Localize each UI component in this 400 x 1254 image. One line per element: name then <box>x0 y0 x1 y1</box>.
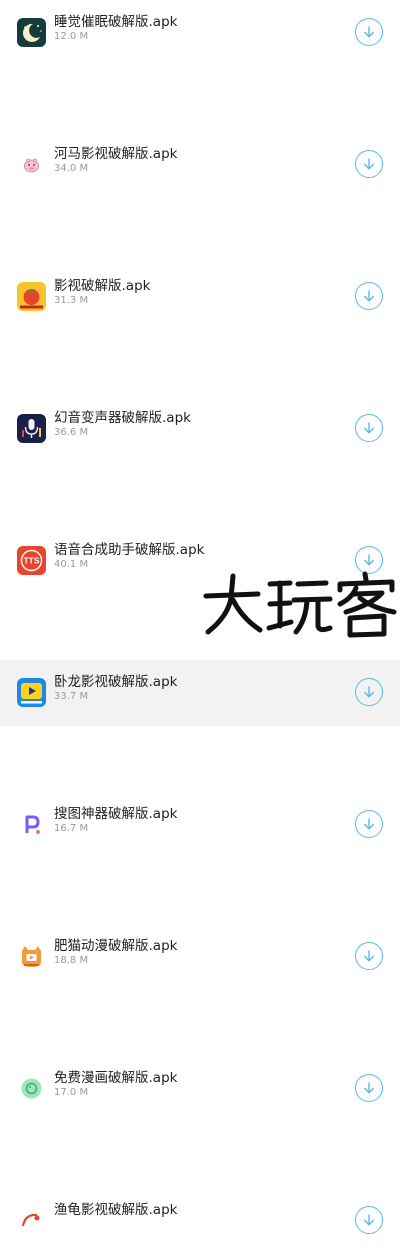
turtle-app-icon <box>17 1206 46 1235</box>
file-size: 31.3 M <box>54 295 89 306</box>
file-size: 40.1 M <box>54 559 89 570</box>
download-button[interactable] <box>355 678 383 706</box>
download-arrow-glyph <box>364 818 374 830</box>
file-size: 12.0 M <box>54 31 89 42</box>
file-name: 语音合成助手破解版.apk <box>54 542 205 558</box>
list-item[interactable]: 睡觉催眠破解版.apk 12.0 M <box>0 0 400 66</box>
file-size: 34.0 M <box>54 163 89 174</box>
list-item[interactable]: 卧龙影视破解版.apk 33.7 M <box>0 660 400 726</box>
moon-sleep-app-icon <box>17 18 46 47</box>
list-item[interactable]: 免费漫画破解版.apk 17.0 M <box>0 1056 400 1122</box>
microphone-app-icon <box>17 414 46 443</box>
download-arrow-glyph <box>364 158 374 170</box>
play-app-icon <box>17 678 46 707</box>
list-item[interactable]: 影视破解版.apk 31.3 M <box>0 264 400 330</box>
list-item[interactable]: 搜图神器破解版.apk 16.7 M <box>0 792 400 858</box>
download-arrow-glyph <box>364 1082 374 1094</box>
download-arrow-glyph <box>364 686 374 698</box>
letter-p-app-icon <box>17 810 46 839</box>
file-size: 36.6 M <box>54 427 89 438</box>
list-item[interactable]: 渔龟影视破解版.apk <box>0 1188 400 1254</box>
tomato-app-icon <box>17 282 46 311</box>
download-button[interactable] <box>355 942 383 970</box>
file-name: 影视破解版.apk <box>54 278 151 294</box>
download-button[interactable] <box>355 282 383 310</box>
download-arrow-glyph <box>364 290 374 302</box>
download-button[interactable] <box>355 810 383 838</box>
download-arrow-glyph <box>364 554 374 566</box>
tts-app-icon: TTS <box>17 546 46 575</box>
file-name: 搜图神器破解版.apk <box>54 806 178 822</box>
file-name: 卧龙影视破解版.apk <box>54 674 178 690</box>
download-button[interactable] <box>355 1206 383 1234</box>
comic-app-icon <box>17 1074 46 1103</box>
watermark-logo-graphic <box>203 571 397 638</box>
file-name: 渔龟影视破解版.apk <box>54 1202 178 1218</box>
download-arrow-glyph <box>364 1214 374 1226</box>
file-name: 肥猫动漫破解版.apk <box>54 938 178 954</box>
file-name: 睡觉催眠破解版.apk <box>54 14 178 30</box>
watermark-logo <box>200 568 400 640</box>
file-name: 幻音变声器破解版.apk <box>54 410 191 426</box>
cat-app-icon <box>17 942 46 971</box>
file-name: 免费漫画破解版.apk <box>54 1070 178 1086</box>
file-name: 河马影视破解版.apk <box>54 146 178 162</box>
apk-file-list: 睡觉催眠破解版.apk 12.0 M 河马影视破解版.apk 34.0 M 影视破解版.… <box>0 0 400 1235</box>
download-arrow-glyph <box>364 26 374 38</box>
file-size: 16.7 M <box>54 823 89 834</box>
file-size: 18.8 M <box>54 955 89 966</box>
file-size: 17.0 M <box>54 1087 89 1098</box>
download-button[interactable] <box>355 414 383 442</box>
hippo-app-icon <box>17 150 46 179</box>
svg-text:TTS: TTS <box>23 556 39 566</box>
list-item[interactable]: 河马影视破解版.apk 34.0 M <box>0 132 400 198</box>
download-arrow-glyph <box>364 950 374 962</box>
download-button[interactable] <box>355 150 383 178</box>
download-button[interactable] <box>355 1074 383 1102</box>
download-button[interactable] <box>355 18 383 46</box>
download-arrow-glyph <box>364 422 374 434</box>
file-size: 33.7 M <box>54 691 89 702</box>
list-item[interactable]: 肥猫动漫破解版.apk 18.8 M <box>0 924 400 990</box>
list-item[interactable]: 幻音变声器破解版.apk 36.6 M <box>0 396 400 462</box>
